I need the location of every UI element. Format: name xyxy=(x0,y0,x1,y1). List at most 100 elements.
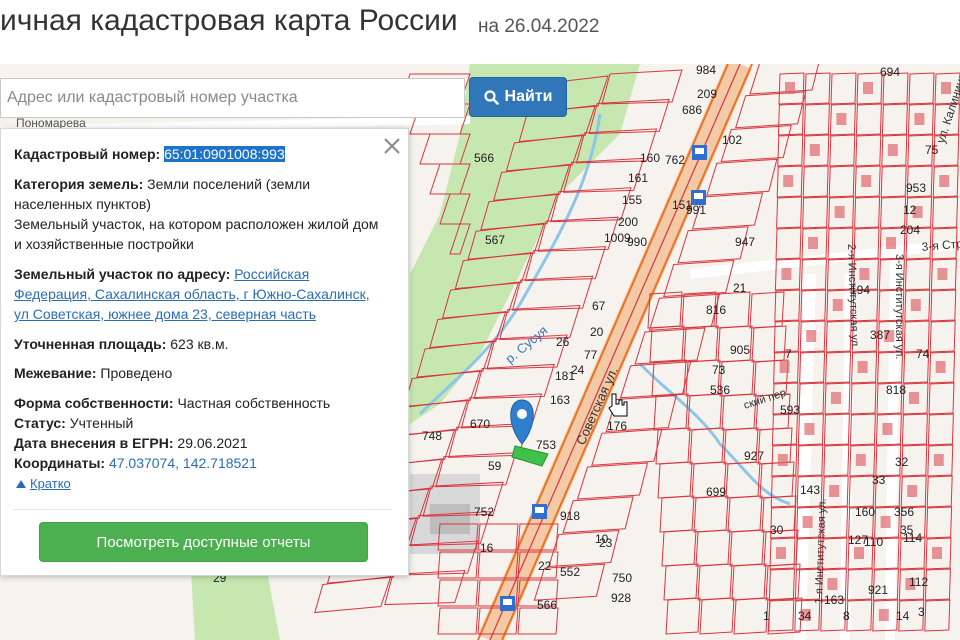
parcel-outline xyxy=(699,597,735,635)
parcel-number-label: 947 xyxy=(735,235,755,249)
cadastral-number-row: Кадастровый номер: 65:01:0901008:993 xyxy=(14,144,285,164)
status-label: Статус: xyxy=(14,415,66,431)
parcel-number-label: 176 xyxy=(607,419,627,433)
parcel-outline xyxy=(749,291,785,329)
building xyxy=(882,423,893,435)
parcel-outline xyxy=(734,91,807,129)
page-title: ичная кадастровая карта России xyxy=(0,4,458,37)
parcel-outline xyxy=(804,72,831,105)
address-label: Земельный участок по адресу: xyxy=(14,266,231,282)
parcel-outline xyxy=(776,196,803,229)
panel-divider xyxy=(14,509,392,510)
parcel-number-label: 984 xyxy=(696,64,716,77)
parcel-outline xyxy=(904,258,931,291)
area-value: 623 кв.м. xyxy=(170,336,229,352)
parcel-number-label: 35 xyxy=(900,523,914,537)
building xyxy=(857,361,868,373)
coordinates-label: Координаты: xyxy=(14,455,106,471)
coordinates-row: Координаты: 47.037074, 142.718521 xyxy=(14,453,257,473)
parcel-number-label: 593 xyxy=(780,403,800,417)
building xyxy=(808,237,818,249)
building xyxy=(914,113,925,125)
parcel-outline xyxy=(802,165,829,198)
close-icon[interactable] xyxy=(382,136,402,156)
parcel-outline xyxy=(924,599,951,632)
parcel-number-label: 921 xyxy=(868,583,888,597)
parcel-number-label: 23 xyxy=(599,536,613,550)
land-category-row: Категория земель: Земли поселений (земли xyxy=(14,174,310,194)
parcel-outline xyxy=(729,529,765,567)
address-link-2[interactable]: Федерация, Сахалинская область, г Южно-С… xyxy=(14,284,370,304)
collapse-link[interactable]: Кратко xyxy=(16,476,71,491)
parcel-outline xyxy=(774,289,801,322)
ownership-label: Форма собственности: xyxy=(14,395,174,411)
parcel-outline xyxy=(659,495,695,533)
parcel-number-label: 1 xyxy=(763,609,770,623)
parcel-number-label: 927 xyxy=(744,449,764,463)
parcel-outline xyxy=(591,428,663,466)
parcel-number-label: 200 xyxy=(618,215,638,229)
parcel-number-label: 762 xyxy=(665,153,685,167)
parcel-outline xyxy=(695,529,731,567)
parcel-outline xyxy=(928,382,955,415)
parcel-outline xyxy=(850,382,877,415)
search-button[interactable]: Найти xyxy=(469,77,567,117)
parcel-outline xyxy=(830,72,857,105)
bus-stop-icon xyxy=(692,145,707,160)
building xyxy=(777,454,788,466)
parcel-number-label: 7 xyxy=(785,347,792,361)
parcel-number-label: 160 xyxy=(640,151,660,165)
building xyxy=(887,144,898,156)
building xyxy=(831,392,841,404)
egrn-date-value: 29.06.2021 xyxy=(177,435,248,451)
parcel-number-label: 752 xyxy=(474,505,494,519)
parcel-number-label: 75 xyxy=(925,143,939,157)
parcel-outline xyxy=(634,327,706,365)
building xyxy=(829,485,840,497)
land-category-value: Земли поселений (земли xyxy=(147,176,311,192)
land-category-value-2: населенных пунктов) xyxy=(14,196,151,212)
building xyxy=(861,175,872,187)
address-link-1[interactable]: Российская xyxy=(234,266,309,282)
parcel-number-label: 991 xyxy=(686,203,706,217)
parcel-outline xyxy=(768,599,795,632)
building xyxy=(937,268,948,280)
coordinates-value[interactable]: 47.037074, 142.718521 xyxy=(109,455,257,471)
building xyxy=(886,237,896,249)
building xyxy=(855,454,866,466)
parcel-number-label: 209 xyxy=(697,87,717,101)
egrn-date-label: Дата внесения в ЕГРН: xyxy=(14,435,174,451)
parcel-number-label: 918 xyxy=(560,509,580,523)
building xyxy=(781,268,792,280)
parcel-outline xyxy=(932,196,959,229)
parcel-description-2: и хозяйственные постройки xyxy=(14,236,194,252)
building xyxy=(854,547,864,559)
search-input[interactable] xyxy=(0,78,465,118)
street-label-3-str: 3-я Стр xyxy=(921,236,960,254)
parcel-outline xyxy=(768,568,795,601)
parcel-number-label: 33 xyxy=(872,473,886,487)
parcel-outline xyxy=(751,325,787,363)
parcel-outline xyxy=(908,72,935,105)
parcel-outline xyxy=(693,495,729,533)
parcel-outline xyxy=(314,575,392,614)
parcel-number-label: 8 xyxy=(843,609,850,623)
location-marker-icon xyxy=(510,399,534,445)
address-link-3[interactable]: ул Советская, южнее дома 23, северная ча… xyxy=(14,304,316,324)
building xyxy=(907,485,918,497)
parcel-number-label: 990 xyxy=(627,235,647,249)
parcel-outline xyxy=(881,103,908,136)
building xyxy=(935,361,946,373)
parcel-outline xyxy=(929,320,956,353)
parcel-number-label: 694 xyxy=(880,65,900,79)
parcel-outline xyxy=(661,529,697,567)
view-reports-button[interactable]: Посмотреть доступные отчеты xyxy=(39,522,368,562)
parcel-number-label: 161 xyxy=(628,171,648,185)
parcel-number-label: 155 xyxy=(622,193,642,207)
building xyxy=(836,113,847,125)
cadastral-number-value[interactable]: 65:01:0901008:993 xyxy=(164,146,285,162)
area-row: Уточненная площадь: 623 кв.м. xyxy=(14,334,228,354)
building xyxy=(834,206,845,218)
parcel-outline xyxy=(689,427,725,465)
building xyxy=(827,578,838,590)
